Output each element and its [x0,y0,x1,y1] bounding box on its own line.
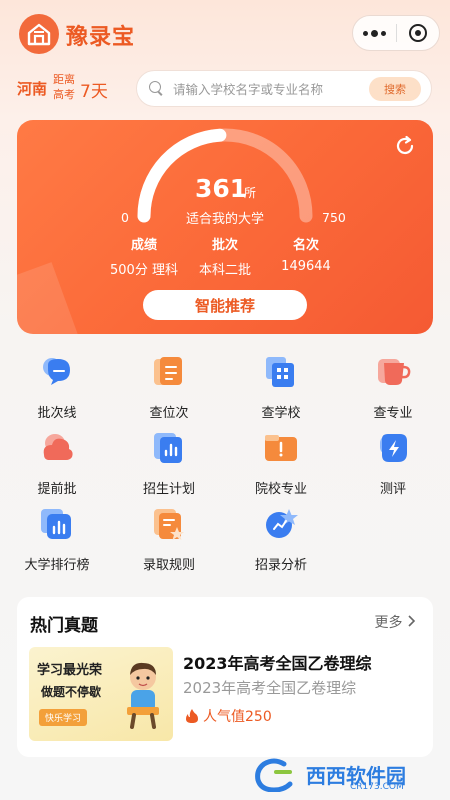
cup-icon [374,353,412,391]
house-icon [27,23,51,46]
fire-icon [186,709,198,723]
countdown-label-line1: 距离 [53,73,75,86]
exam-thumbnail[interactable]: 学习最光荣 做题不停歇 快乐学习 [29,647,173,741]
province-selector[interactable]: 河南 [17,78,47,99]
gauge-min-label: 0 [121,210,129,225]
mini-program-capsule [352,15,440,51]
cloud-icon [38,429,76,467]
header: 豫录宝 [0,0,450,68]
bar-chart-doc-icon [150,429,188,467]
grid-item-label: 查位次 [149,406,189,421]
countdown-label-line2: 高考 [53,88,75,101]
grid-item-assessment[interactable]: 测评 [348,429,438,497]
grid-item-cutoff-lines[interactable]: 批次线 [12,353,102,421]
grid-item-major-lookup[interactable]: 查专业 [348,353,438,421]
watermark-subtext: CR173.COM [350,782,404,792]
stat-header: 名次 [292,238,319,253]
grid-item-admission-rules[interactable]: 录取规则 [124,505,214,573]
chat-bubble-icon [38,353,76,391]
grid-item-rank-lookup[interactable]: 查位次 [124,353,214,421]
chevron-right-icon [407,615,417,631]
refresh-icon[interactable] [393,134,417,158]
exam-popularity: 人气值250 [185,706,272,726]
watermark-logo [255,758,293,792]
lightning-icon [374,429,412,467]
close-ring-icon[interactable] [396,24,439,42]
more-link[interactable]: 更多 [375,612,417,632]
popularity-text: 人气值250 [203,709,272,725]
grid-item-label: 查专业 [373,406,413,421]
university-count-unit: 所 [244,186,257,200]
hot-exams-section: 热门真题 更多 学习最光荣 做题不停歇 快乐学习 2023年高考全国乙卷理综 2… [17,597,433,757]
document-icon [150,353,188,391]
grid-item-label: 查学校 [261,406,301,421]
more-link-label: 更多 [374,615,403,631]
grid-item-admission-analysis[interactable]: 招录分析 [236,505,326,573]
thumb-line1: 学习最光荣 [37,663,103,678]
score-card: 361 所 适合我的大学 0 750 成绩 500分 理科 批次 本科二批 名次… [17,120,433,334]
more-dots-icon[interactable] [353,29,396,37]
grid-item-label: 招生计划 [142,482,195,497]
search-icon [149,81,164,96]
smart-recommend-button[interactable]: 智能推荐 [143,290,307,320]
grid-item-early-batch[interactable]: 提前批 [12,429,102,497]
university-count: 361 [195,174,248,203]
folder-alert-icon [262,429,300,467]
ranking-chart-icon [38,505,76,543]
section-title: 热门真题 [30,616,98,636]
search-button[interactable]: 搜索 [369,76,421,101]
analysis-star-icon [262,505,300,543]
exam-subtitle: 2023年高考全国乙卷理综 [183,679,357,697]
grid-item-school-lookup[interactable]: 查学校 [236,353,326,421]
thumb-line2: 做题不停歇 [41,685,102,699]
exam-title[interactable]: 2023年高考全国乙卷理综 [183,650,372,674]
countdown-label: 距离 高考 [52,72,76,102]
grid-item-university-ranking[interactable]: 大学排行榜 [12,505,102,573]
grid-item-label: 批次线 [37,406,77,421]
gauge-subtitle: 适合我的大学 [185,212,264,227]
search-input[interactable]: 请输入学校名字或专业名称 [173,79,369,98]
grid-item-label: 测评 [379,482,406,497]
app-logo [19,14,59,54]
building-icon [262,353,300,391]
stat-rank: 名次 149644 [251,234,361,274]
grid-item-label: 提前批 [37,482,77,497]
countdown-days: 7天 [80,82,108,102]
stat-value: 149644 [281,259,331,274]
search-bar[interactable]: 请输入学校名字或专业名称 搜索 [136,70,432,107]
grid-item-enrollment-plan[interactable]: 招生计划 [124,429,214,497]
rules-star-icon [150,505,188,543]
grid-item-school-majors[interactable]: 院校专业 [236,429,326,497]
gauge-max-label: 750 [322,210,346,225]
thumb-tag: 快乐学习 [39,709,88,726]
grid-item-label: 院校专业 [254,482,307,497]
app-title: 豫录宝 [66,25,136,50]
watermark: 西西软件园 CR173.COM [254,758,434,792]
student-illustration [127,662,159,729]
grid-item-label: 招录分析 [254,558,307,573]
grid-item-label: 录取规则 [142,558,195,573]
grid-item-label: 大学排行榜 [24,558,90,573]
